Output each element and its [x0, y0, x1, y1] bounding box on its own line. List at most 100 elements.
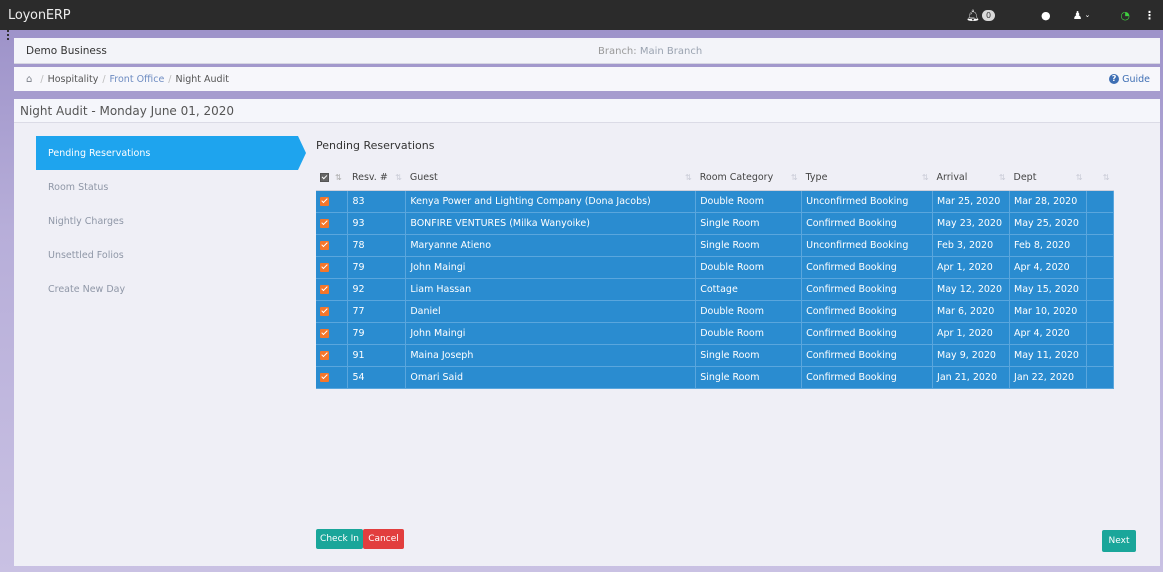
breadcrumb-hospitality[interactable]: Hospitality	[48, 74, 99, 85]
breadcrumb-night-audit: Night Audit	[175, 73, 229, 85]
business-bar: Demo Business Branch: Main Branch	[14, 38, 1160, 64]
nav-item-room-status[interactable]: Room Status	[36, 170, 306, 204]
resv-number-cell: 93	[347, 212, 407, 235]
room-category-cell: Single Room	[695, 366, 803, 389]
resv-number-cell: 92	[347, 278, 407, 301]
row-select-cell[interactable]	[316, 190, 349, 213]
nav-item-nightly-charges[interactable]: Nightly Charges	[36, 204, 306, 238]
chat-icon[interactable]: ●	[1041, 9, 1051, 22]
table-row[interactable]: 78 Maryanne Atieno Single Room Unconfirmed …	[316, 234, 1114, 257]
reservations-table-body: 83 Kenya Power and Lighting Company (Dona…	[316, 190, 1114, 389]
resv-number-cell: 78	[347, 234, 407, 257]
type-cell: Confirmed Booking	[801, 300, 934, 323]
row-select-cell[interactable]	[316, 322, 349, 345]
row-select-cell[interactable]	[316, 366, 349, 389]
column-label: Arrival	[936, 172, 968, 184]
branch-label: Branch:	[598, 46, 637, 57]
next-button[interactable]: Next	[1102, 530, 1136, 552]
column-header-extra[interactable]: ⇅	[1086, 166, 1114, 191]
row-checkbox[interactable]	[320, 306, 329, 316]
room-category-cell: Single Room	[695, 234, 803, 257]
extra-cell	[1086, 234, 1114, 257]
table-row[interactable]: 54 Omari Said Single Room Confirmed Booking…	[316, 366, 1114, 389]
dept-cell: Jan 22, 2020	[1009, 366, 1087, 389]
user-menu-button[interactable]: ♟ ⌄	[1073, 9, 1091, 22]
nav-item-pending-reservations[interactable]: Pending Reservations	[36, 136, 306, 170]
column-header-resv[interactable]: Resv. # ⇅	[347, 166, 406, 191]
type-cell: Unconfirmed Booking	[801, 190, 934, 213]
cancel-button[interactable]: Cancel	[363, 529, 404, 549]
arrival-cell: May 12, 2020	[932, 278, 1011, 301]
more-options-icon[interactable]: ⋮	[1144, 9, 1155, 22]
row-checkbox[interactable]	[320, 350, 329, 360]
extra-cell	[1086, 278, 1114, 301]
app-title[interactable]: LoyonERP	[8, 8, 71, 23]
breadcrumb-front-office[interactable]: Front Office	[110, 74, 165, 85]
select-all-checkbox[interactable]	[320, 173, 329, 183]
panel-header: Night Audit - Monday June 01, 2020	[14, 99, 1160, 123]
column-header-type[interactable]: Type ⇅	[801, 166, 933, 191]
business-name: Demo Business	[26, 44, 107, 57]
row-checkbox[interactable]	[320, 196, 329, 206]
select-all-header[interactable]: ⇅	[316, 166, 348, 191]
row-checkbox[interactable]	[320, 262, 329, 272]
table-row[interactable]: 91 Maina Joseph Single Room Confirmed Booki…	[316, 344, 1114, 367]
wifi-icon[interactable]: ◔	[1120, 9, 1130, 22]
sort-icon: ⇅	[1075, 173, 1083, 182]
room-category-cell: Double Room	[695, 190, 803, 213]
row-select-cell[interactable]	[316, 234, 349, 257]
row-select-cell[interactable]	[316, 212, 349, 235]
table-row[interactable]: 92 Liam Hassan Cottage Confirmed Booking May…	[316, 278, 1114, 301]
row-select-cell[interactable]	[316, 300, 349, 323]
dept-cell: Apr 4, 2020	[1009, 256, 1087, 279]
resv-number-cell: 91	[347, 344, 407, 367]
guest-cell: Kenya Power and Lighting Company (Dona J…	[405, 190, 697, 213]
resv-number-cell: 79	[347, 322, 407, 345]
check-in-button[interactable]: Check In	[316, 529, 363, 549]
question-icon: ?	[1109, 74, 1120, 84]
dept-cell: Apr 4, 2020	[1009, 322, 1087, 345]
column-label: Type	[805, 172, 828, 184]
dept-cell: Mar 10, 2020	[1009, 300, 1087, 323]
pending-reservations-section: Pending Reservations ⇅ Resv. # ⇅ Guest ⇅ R…	[316, 139, 1114, 389]
arrival-cell: Mar 6, 2020	[932, 300, 1011, 323]
row-select-cell[interactable]	[316, 256, 349, 279]
column-header-guest[interactable]: Guest ⇅	[405, 166, 696, 191]
table-row[interactable]: 93 BONFIRE VENTURES (Milka Wanyoike) Singl…	[316, 212, 1114, 235]
column-header-arrival[interactable]: Arrival ⇅	[932, 166, 1010, 191]
arrival-cell: May 23, 2020	[932, 212, 1011, 235]
sort-icon: ⇅	[395, 173, 402, 182]
row-checkbox[interactable]	[320, 218, 329, 228]
table-row[interactable]: 79 John Maingi Double Room Confirmed Bookin…	[316, 256, 1114, 279]
room-category-cell: Double Room	[695, 256, 803, 279]
row-checkbox[interactable]	[320, 240, 329, 250]
guide-link[interactable]: ? Guide	[1109, 74, 1150, 85]
row-checkbox[interactable]	[320, 328, 329, 338]
guest-cell: Maryanne Atieno	[405, 234, 697, 257]
column-header-dept[interactable]: Dept ⇅	[1009, 166, 1087, 191]
sort-icon: ⇅	[998, 173, 1006, 182]
table-row[interactable]: 77 Daniel Double Room Confirmed Booking Mar …	[316, 300, 1114, 323]
column-header-room-category[interactable]: Room Category ⇅	[695, 166, 802, 191]
sidebar-toggle-handle[interactable]	[7, 30, 10, 40]
row-checkbox[interactable]	[320, 372, 329, 382]
row-checkbox[interactable]	[320, 284, 329, 294]
extra-cell	[1086, 366, 1114, 389]
nav-item-create-new-day[interactable]: Create New Day	[36, 272, 306, 306]
table-row[interactable]: 83 Kenya Power and Lighting Company (Dona…	[316, 190, 1114, 213]
room-category-cell: Double Room	[695, 300, 803, 323]
sort-icon: ⇅	[790, 173, 798, 182]
nav-item-unsettled-folios[interactable]: Unsettled Folios	[36, 238, 306, 272]
column-label: Resv. #	[351, 172, 388, 184]
notifications-button[interactable]: 🔔︎ 0	[965, 8, 996, 22]
guest-cell: BONFIRE VENTURES (Milka Wanyoike)	[405, 212, 697, 235]
topbar-actions: 🔔︎ 0 ● ♟ ⌄ ◔ ⋮	[966, 9, 1155, 22]
row-select-cell[interactable]	[316, 344, 349, 367]
table-row[interactable]: 79 John Maingi Double Room Confirmed Bookin…	[316, 322, 1114, 345]
home-icon[interactable]: ⌂	[26, 74, 32, 85]
row-select-cell[interactable]	[316, 278, 349, 301]
bell-icon: 🔔︎	[965, 8, 980, 22]
guide-label: Guide	[1122, 73, 1150, 85]
night-audit-panel: Night Audit - Monday June 01, 2020 Pendi…	[14, 99, 1160, 566]
resv-number-cell: 79	[347, 256, 407, 279]
